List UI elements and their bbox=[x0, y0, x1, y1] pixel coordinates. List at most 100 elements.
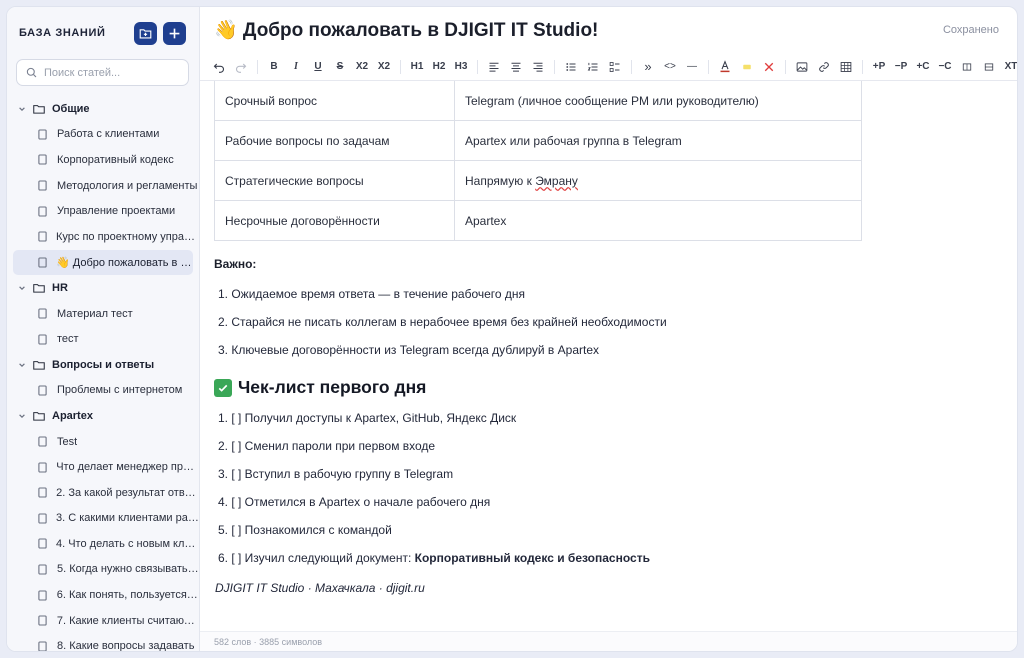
article-item[interactable]: 5. Когда нужно связываться bbox=[7, 557, 199, 583]
table-cell[interactable]: Напрямую к Эмрану bbox=[454, 160, 862, 201]
close-icon bbox=[764, 62, 774, 71]
document-icon bbox=[38, 180, 48, 191]
clear-format-button[interactable]: XT bbox=[1000, 56, 1017, 78]
text-color-icon bbox=[720, 60, 730, 73]
bullet-list-button[interactable] bbox=[560, 56, 582, 78]
checklist: 1. [ ] Получил доступы к Apartex, GitHub… bbox=[214, 404, 1017, 544]
article-item[interactable]: Test bbox=[7, 429, 199, 455]
underline-button[interactable]: U bbox=[307, 56, 329, 78]
page-title[interactable]: 👋 Добро пожаловать в DJIGIT IT Studio! bbox=[214, 18, 598, 42]
document-icon bbox=[38, 154, 48, 166]
search-input[interactable] bbox=[44, 66, 184, 79]
split-cells-button[interactable] bbox=[978, 56, 1000, 78]
insert-table-button[interactable] bbox=[835, 56, 857, 78]
document-icon bbox=[38, 590, 48, 601]
table-cell[interactable]: Apartex bbox=[454, 200, 862, 241]
heading2-button[interactable]: H2 bbox=[428, 56, 450, 78]
chevron-down-icon[interactable] bbox=[18, 361, 28, 369]
heading3-button[interactable]: H3 bbox=[450, 56, 472, 78]
insert-image-button[interactable] bbox=[791, 56, 813, 78]
article-item[interactable]: Методология и регламенты bbox=[7, 173, 199, 199]
folder-label: Apartex bbox=[52, 409, 93, 422]
word-count: 582 слов · 3885 символов bbox=[214, 636, 323, 647]
merge-cells-button[interactable] bbox=[956, 56, 978, 78]
document-icon bbox=[38, 615, 48, 626]
article-item[interactable]: тест bbox=[7, 326, 199, 352]
bold-button[interactable]: B bbox=[263, 56, 285, 78]
article-item[interactable]: Управление проектами bbox=[7, 198, 199, 224]
folder-item[interactable]: Вопросы и ответы bbox=[7, 352, 199, 378]
article-item-active[interactable]: 👋 Добро пожаловать в DJIGIT IT Studio! bbox=[13, 249, 193, 276]
code-button[interactable]: <> bbox=[659, 56, 681, 78]
article-item[interactable]: 3. С какими клиентами работаем bbox=[7, 506, 199, 532]
folder-item[interactable]: Apartex bbox=[7, 403, 199, 429]
chevron-down-icon[interactable] bbox=[18, 412, 28, 420]
align-right-icon bbox=[533, 62, 543, 72]
merge-cells-icon bbox=[962, 62, 972, 71]
superscript-button[interactable]: X2 bbox=[373, 56, 395, 78]
text-color-button[interactable] bbox=[714, 56, 736, 78]
article-label: 4. Что делать с новым клиентом bbox=[56, 537, 199, 550]
important-label: Важно: bbox=[214, 257, 257, 271]
article-item[interactable]: Курс по проектному управлению bbox=[7, 224, 199, 250]
add-row-button[interactable]: +P bbox=[868, 56, 890, 78]
task-list-button[interactable] bbox=[604, 56, 626, 78]
insert-link-button[interactable] bbox=[813, 56, 835, 78]
new-folder-button[interactable] bbox=[134, 21, 157, 45]
table-cell[interactable]: Apartex или рабочая группа в Telegram bbox=[454, 120, 862, 161]
article-item[interactable]: Работа с клиентами bbox=[7, 122, 199, 148]
delete-row-button[interactable]: −P bbox=[890, 56, 912, 78]
table-cell[interactable]: Срочный вопрос bbox=[214, 81, 455, 121]
numbered-list-button[interactable] bbox=[582, 56, 604, 78]
article-label: Test bbox=[57, 435, 78, 448]
table-cell[interactable]: Рабочие вопросы по задачам bbox=[214, 120, 455, 161]
align-left-button[interactable] bbox=[483, 56, 505, 78]
redo-button[interactable] bbox=[230, 56, 252, 78]
align-right-button[interactable] bbox=[527, 56, 549, 78]
chevron-down-icon[interactable] bbox=[18, 105, 28, 113]
new-article-button[interactable] bbox=[163, 21, 186, 45]
document-icon bbox=[38, 462, 47, 473]
table-cell[interactable]: Telegram (личное сообщение PM или руково… bbox=[454, 81, 862, 121]
table-cell[interactable]: Стратегические вопросы bbox=[214, 160, 455, 201]
folder-item[interactable]: HR bbox=[7, 275, 199, 301]
align-center-button[interactable] bbox=[505, 56, 527, 78]
chevron-down-icon[interactable] bbox=[18, 284, 28, 292]
undo-button[interactable] bbox=[208, 56, 230, 78]
folder-label: HR bbox=[52, 281, 68, 294]
list-item: 2. [ ] Сменил пароли при первом входе bbox=[218, 439, 436, 453]
subscript-button[interactable]: X2 bbox=[351, 56, 373, 78]
numbered-list-icon bbox=[587, 62, 598, 70]
clear-color-button[interactable] bbox=[758, 56, 780, 78]
horizontal-rule-button[interactable]: — bbox=[681, 56, 703, 78]
folder-item[interactable]: Общие bbox=[7, 96, 199, 122]
strikethrough-button[interactable]: S bbox=[329, 56, 351, 78]
sidebar-title: БАЗА ЗНАНИЙ bbox=[19, 27, 106, 39]
document-reference: Корпоративный кодекс и безопасность bbox=[414, 551, 650, 565]
heading1-button[interactable]: H1 bbox=[406, 56, 428, 78]
add-column-button[interactable]: +C bbox=[912, 56, 934, 78]
save-status: Сохранено bbox=[942, 24, 999, 36]
list-item: 2. Старайся не писать коллегам в нерабоч… bbox=[218, 315, 667, 329]
article-item[interactable]: 2. За какой результат отвечает bbox=[7, 480, 199, 506]
editor: 👋 Добро пожаловать в DJIGIT IT Studio! С… bbox=[200, 7, 1017, 651]
article-item[interactable]: Корпоративный кодекс bbox=[7, 147, 199, 173]
highlight-button[interactable] bbox=[736, 56, 758, 78]
article-item[interactable]: 6. Как понять, пользуется ли bbox=[7, 582, 199, 608]
checklist-icon bbox=[609, 61, 620, 72]
article-item[interactable]: 8. Какие вопросы задавать bbox=[7, 633, 199, 651]
checklist-heading-text: Чек-лист первого дня bbox=[238, 377, 427, 397]
folder-label: Общие bbox=[52, 102, 90, 115]
table-cell[interactable]: Несрочные договорённости bbox=[214, 200, 455, 241]
search-box[interactable] bbox=[16, 59, 189, 86]
article-item[interactable]: 4. Что делать с новым клиентом bbox=[7, 531, 199, 557]
document-icon bbox=[38, 231, 47, 242]
article-item[interactable]: Что делает менеджер проекта bbox=[7, 454, 199, 480]
article-item[interactable]: Материал тест bbox=[7, 301, 199, 327]
article-item[interactable]: 7. Какие клиенты считаются bbox=[7, 608, 199, 634]
blockquote-button[interactable]: » bbox=[637, 56, 659, 78]
delete-column-button[interactable]: −C bbox=[934, 56, 956, 78]
article-item[interactable]: Проблемы с интернетом bbox=[7, 378, 199, 404]
italic-button[interactable]: I bbox=[285, 56, 307, 78]
document-body[interactable]: Срочный вопрос Telegram (личное сообщение… bbox=[200, 81, 1017, 631]
